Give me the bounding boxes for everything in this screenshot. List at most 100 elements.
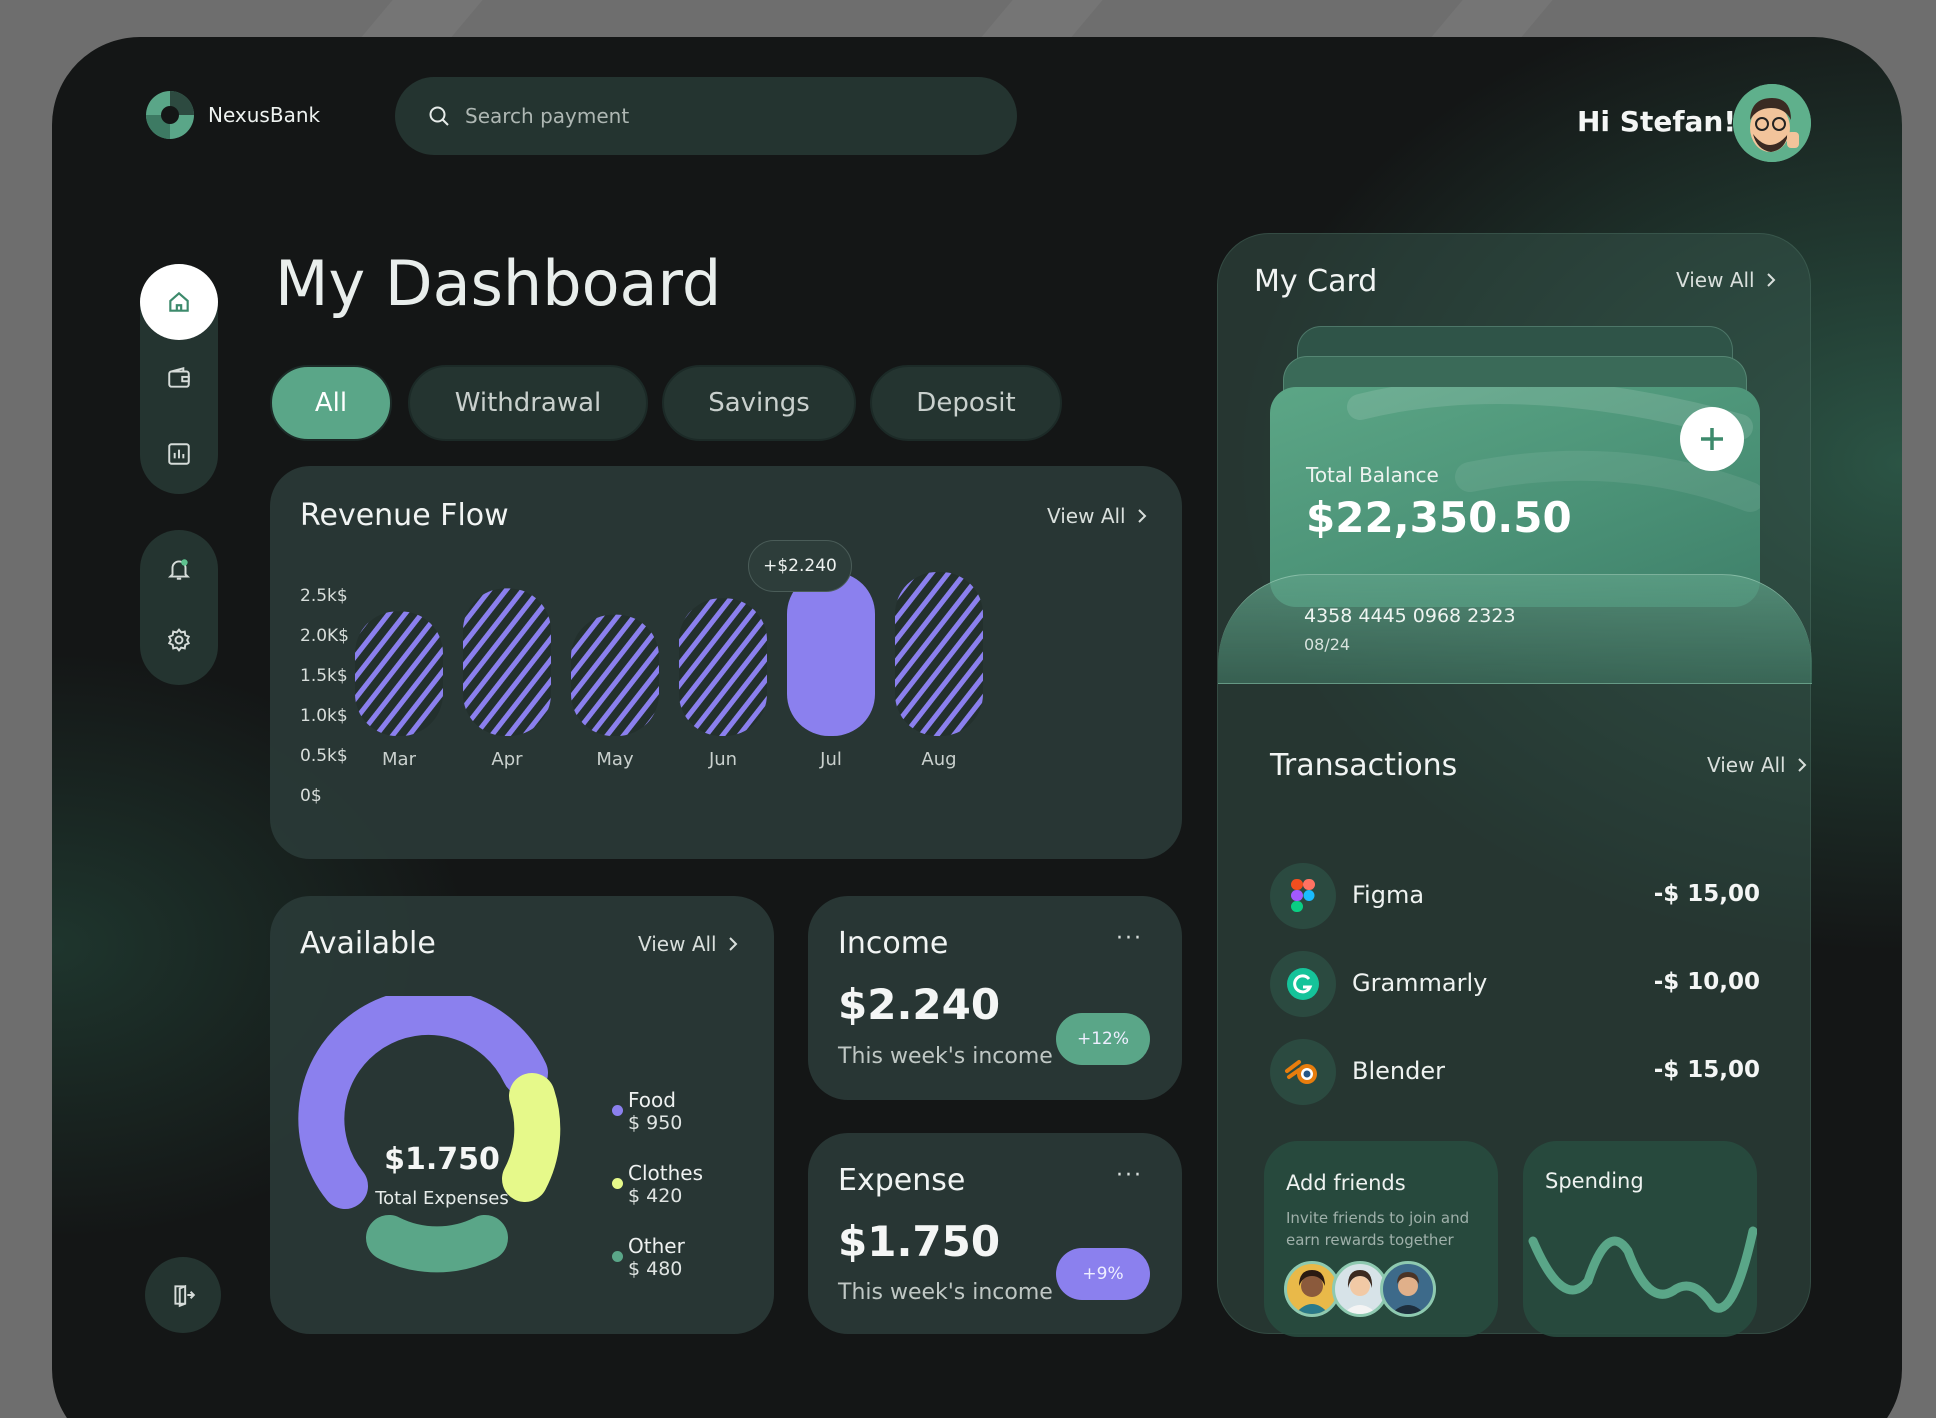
- income-amount: $2.240: [838, 980, 1001, 1029]
- legend-name: Other: [628, 1234, 685, 1258]
- spending-card[interactable]: Spending: [1523, 1141, 1757, 1337]
- expense-change-badge: +9%: [1056, 1248, 1150, 1300]
- legend-value: $ 950: [628, 1112, 683, 1134]
- expense-amount: $1.750: [838, 1217, 1001, 1266]
- balance-amount: $22,350.50: [1306, 493, 1572, 542]
- view-all-label: View All: [638, 932, 717, 956]
- card-expiry: 08/24: [1304, 635, 1351, 654]
- figma-icon: [1270, 863, 1336, 929]
- sidebar-item-notifications[interactable]: [140, 530, 218, 608]
- gear-icon: [167, 628, 191, 652]
- transaction-row[interactable]: Blender -$ 15,00: [1270, 1039, 1760, 1105]
- plus-icon: [1701, 428, 1723, 450]
- user-greeting: Hi Stefan!: [1577, 105, 1737, 138]
- legend-item-food: Food $ 950: [612, 1088, 683, 1134]
- friend-avatars: [1284, 1261, 1436, 1317]
- more-options-icon[interactable]: ···: [1116, 1163, 1143, 1188]
- bar-jul[interactable]: [787, 572, 875, 736]
- x-tick-label: May: [596, 749, 634, 770]
- user-avatar[interactable]: [1733, 84, 1811, 162]
- app-window: NexusBank Hi Stefan!: [52, 37, 1902, 1418]
- income-card: Income ··· $2.240 This week's income +12…: [808, 896, 1182, 1100]
- logout-icon: [174, 1284, 196, 1308]
- revenue-flow-card: Revenue Flow View All 2.5k$ 2.0K$ 1.5k$ …: [270, 466, 1182, 859]
- balance-label: Total Balance: [1306, 463, 1439, 487]
- legend-name: Food: [628, 1088, 676, 1112]
- home-icon: [169, 291, 189, 312]
- transaction-name: Grammarly: [1352, 969, 1488, 997]
- transaction-row[interactable]: Figma -$ 15,00: [1270, 863, 1760, 929]
- donut-center-value: $1.750: [384, 1142, 500, 1177]
- more-options-icon[interactable]: ···: [1116, 926, 1143, 951]
- view-all-label: View All: [1676, 268, 1755, 292]
- bell-icon: [167, 559, 191, 580]
- wallet-icon: [168, 366, 190, 388]
- expense-card: Expense ··· $1.750 This week's income +9…: [808, 1133, 1182, 1334]
- transaction-amount: -$ 15,00: [1653, 881, 1760, 907]
- expense-title: Expense: [838, 1163, 966, 1198]
- income-change-badge: +12%: [1056, 1013, 1150, 1065]
- add-friends-title: Add friends: [1286, 1171, 1406, 1195]
- brand-logo[interactable]: NexusBank: [144, 89, 320, 141]
- chart-tooltip: +$2.240: [748, 540, 852, 592]
- bar-aug[interactable]: [895, 572, 983, 736]
- bar-may[interactable]: [571, 614, 659, 736]
- spending-title: Spending: [1545, 1169, 1644, 1193]
- legend-value: $ 420: [628, 1185, 683, 1207]
- friend-avatar[interactable]: [1380, 1261, 1436, 1317]
- bar-chart-icon: [168, 443, 190, 465]
- chevron-right-icon: [728, 937, 738, 951]
- my-card-title: My Card: [1254, 264, 1378, 299]
- legend-value: $ 480: [628, 1258, 683, 1280]
- expense-caption: This week's income: [838, 1280, 1053, 1305]
- chevron-right-icon: [1797, 758, 1807, 772]
- available-view-all-link[interactable]: View All: [638, 932, 739, 956]
- x-tick-label: Jun: [708, 749, 738, 770]
- income-title: Income: [838, 926, 949, 961]
- legend-item-clothes: Clothes $ 420: [612, 1161, 703, 1207]
- transaction-name: Figma: [1352, 881, 1425, 909]
- legend-dot: [612, 1251, 623, 1262]
- tab-withdrawal[interactable]: Withdrawal: [408, 365, 648, 441]
- x-tick-label: Jul: [820, 749, 842, 770]
- grammarly-icon: [1270, 951, 1336, 1017]
- available-card: Available View All $1.750 Total Expenses…: [270, 896, 774, 1334]
- add-friends-card[interactable]: Add friends Invite friends to join and e…: [1264, 1141, 1498, 1337]
- x-tick-label: Apr: [491, 749, 523, 770]
- sidebar-item-analytics[interactable]: [140, 416, 218, 492]
- tab-savings[interactable]: Savings: [662, 365, 856, 441]
- my-card-view-all-link[interactable]: View All: [1676, 268, 1777, 292]
- add-friends-text: Invite friends to join and earn rewards …: [1286, 1209, 1470, 1249]
- transactions-title: Transactions: [1270, 748, 1458, 783]
- tab-deposit[interactable]: Deposit: [870, 365, 1062, 441]
- search-bar[interactable]: [395, 77, 1017, 155]
- available-title: Available: [300, 926, 436, 961]
- brand-name: NexusBank: [208, 103, 321, 127]
- chevron-right-icon: [1766, 273, 1776, 287]
- add-card-button[interactable]: [1680, 407, 1744, 471]
- transaction-name: Blender: [1352, 1057, 1445, 1085]
- tab-all[interactable]: All: [270, 365, 392, 441]
- sidebar-utility: [140, 530, 218, 685]
- transactions-view-all-link[interactable]: View All: [1707, 753, 1808, 777]
- legend-dot: [612, 1178, 623, 1189]
- spending-sparkline: [1528, 1226, 1757, 1313]
- sidebar-item-home[interactable]: [140, 264, 218, 340]
- bar-apr[interactable]: [463, 588, 551, 736]
- card-pocket: 4358 4445 0968 2323 08/24: [1218, 574, 1812, 684]
- search-icon: [429, 106, 449, 126]
- legend-item-other: Other $ 480: [612, 1234, 685, 1280]
- logout-button[interactable]: [145, 1257, 221, 1333]
- avatar-icon: [1733, 84, 1811, 162]
- legend-dot: [612, 1105, 623, 1116]
- sidebar-item-wallet[interactable]: [140, 340, 218, 416]
- sidebar-item-settings[interactable]: [140, 608, 218, 672]
- card-number: 4358 4445 0968 2323: [1304, 605, 1516, 627]
- logo-icon: [146, 91, 194, 139]
- sidebar-nav: [140, 264, 218, 494]
- revenue-bar-chart: [355, 557, 983, 736]
- search-input[interactable]: [465, 104, 945, 128]
- transaction-row[interactable]: Grammarly -$ 10,00: [1270, 951, 1760, 1017]
- bar-mar[interactable]: [355, 611, 443, 736]
- bar-jun[interactable]: [679, 598, 767, 736]
